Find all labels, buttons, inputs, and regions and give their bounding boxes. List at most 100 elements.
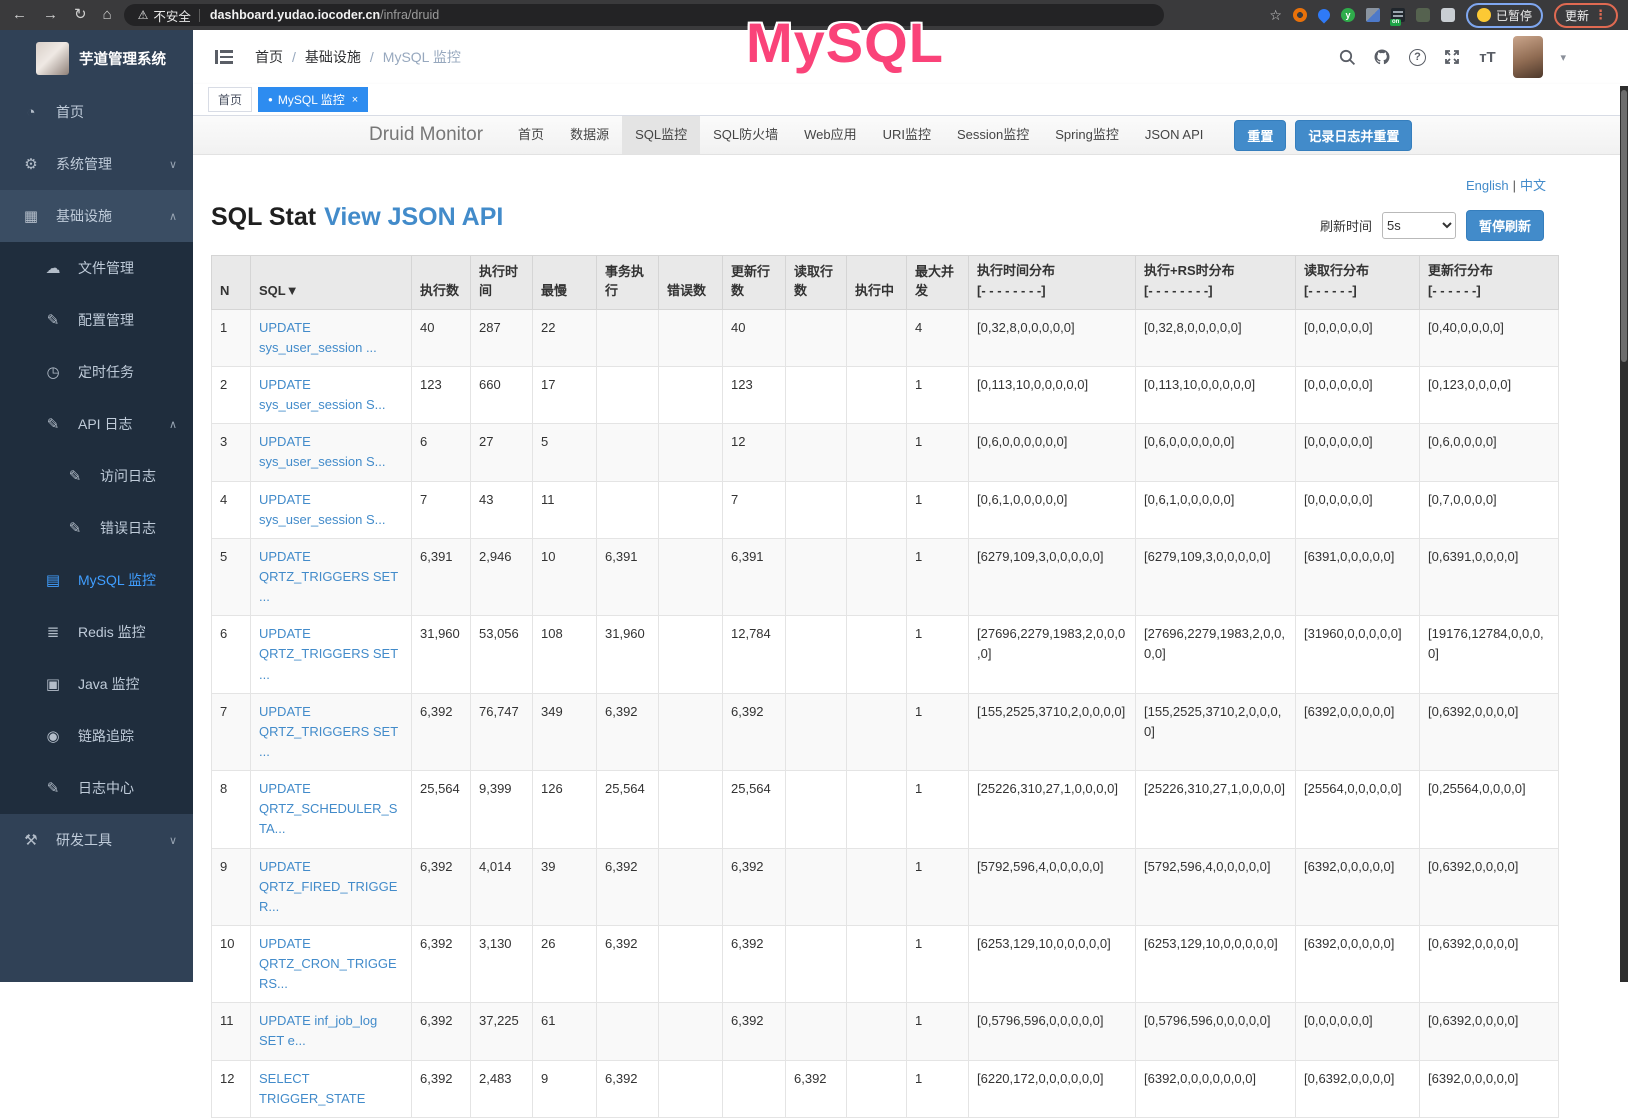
column-header[interactable]: 执行时间分布[- - - - - - - -] bbox=[969, 256, 1136, 310]
chrome-update-chip[interactable]: 更新 ⋮ bbox=[1554, 3, 1618, 28]
sidebar-item-cloud-upload[interactable]: ☁文件管理 bbox=[0, 242, 193, 294]
breadcrumb-home[interactable]: 首页 bbox=[255, 47, 283, 67]
column-header[interactable]: 执行中 bbox=[847, 256, 907, 310]
column-header[interactable]: 错误数 bbox=[659, 256, 723, 310]
extension-icon[interactable]: y bbox=[1341, 8, 1355, 22]
sql-link[interactable]: UPDATE QRTZ_TRIGGERS SET ... bbox=[259, 549, 398, 604]
app-logo[interactable]: 芋道管理系统 bbox=[0, 30, 193, 86]
sidebar-item-mysql-monitor[interactable]: ▤MySQL 监控 bbox=[0, 554, 193, 606]
reset-button[interactable]: 重置 bbox=[1234, 120, 1286, 151]
close-icon[interactable]: × bbox=[352, 94, 358, 106]
log-and-reset-button[interactable]: 记录日志并重置 bbox=[1295, 120, 1412, 151]
sidebar-collapse-icon[interactable] bbox=[215, 50, 233, 64]
table-cell: 5 bbox=[533, 424, 597, 481]
column-header[interactable]: 最大并发 bbox=[907, 256, 969, 310]
sql-link[interactable]: UPDATE sys_user_session S... bbox=[259, 434, 385, 469]
extension-icon[interactable] bbox=[1293, 8, 1307, 22]
column-header[interactable]: 更新行分布[- - - - - -] bbox=[1420, 256, 1559, 310]
breadcrumb-infra[interactable]: 基础设施 bbox=[305, 47, 361, 67]
sql-link[interactable]: UPDATE sys_user_session S... bbox=[259, 377, 385, 412]
sidebar-item-redis[interactable]: ≣Redis 监控 bbox=[0, 606, 193, 658]
lang-english-link[interactable]: English bbox=[1466, 178, 1509, 193]
pause-refresh-button[interactable]: 暂停刷新 bbox=[1466, 210, 1544, 241]
help-icon[interactable]: ? bbox=[1408, 48, 1426, 66]
scrollbar-thumb[interactable] bbox=[1621, 90, 1627, 362]
sidebar-item-timer[interactable]: ◷定时任务 bbox=[0, 346, 193, 398]
druid-nav-item[interactable]: SQL监控 bbox=[622, 116, 700, 154]
table-cell: 39 bbox=[533, 848, 597, 925]
page-scrollbar[interactable] bbox=[1620, 86, 1628, 982]
column-header[interactable]: 执行数 bbox=[412, 256, 471, 310]
font-size-icon[interactable]: тT bbox=[1478, 48, 1496, 66]
sidebar-item-infra[interactable]: ▦基础设施∧ bbox=[0, 190, 193, 242]
druid-nav-item[interactable]: URI监控 bbox=[870, 116, 944, 154]
extensions-puzzle-icon[interactable] bbox=[1441, 8, 1455, 22]
tab-label: 首页 bbox=[218, 91, 242, 108]
druid-nav-item[interactable]: JSON API bbox=[1132, 116, 1217, 154]
user-avatar[interactable] bbox=[1513, 36, 1543, 78]
sidebar-item-dashboard[interactable]: ◔首页 bbox=[0, 86, 193, 138]
druid-nav-item[interactable]: Session监控 bbox=[944, 116, 1042, 154]
sql-link[interactable]: SELECT TRIGGER_STATE bbox=[259, 1071, 365, 1106]
column-header[interactable]: 读取行数 bbox=[786, 256, 847, 310]
github-icon[interactable] bbox=[1373, 48, 1391, 66]
sidebar-item-edit[interactable]: ✎配置管理 bbox=[0, 294, 193, 346]
sidebar-item-trace[interactable]: ◉链路追踪 bbox=[0, 710, 193, 762]
tab-mysql-monitor[interactable]: ● MySQL 监控 × bbox=[258, 87, 368, 112]
extension-icon[interactable] bbox=[1366, 8, 1380, 22]
druid-nav-item[interactable]: Web应用 bbox=[791, 116, 870, 154]
search-icon[interactable] bbox=[1338, 48, 1356, 66]
row-number-cell: 10 bbox=[212, 925, 251, 1002]
pin-extension-icon[interactable] bbox=[1315, 7, 1332, 24]
address-bar[interactable]: ⚠ 不安全 dashboard.yudao.iocoder.cn/infra/d… bbox=[124, 4, 1164, 26]
column-header[interactable]: 读取行分布[- - - - - -] bbox=[1296, 256, 1420, 310]
fullscreen-icon[interactable] bbox=[1443, 48, 1461, 66]
sidebar-item-java-monitor[interactable]: ▣Java 监控 bbox=[0, 658, 193, 710]
reload-icon[interactable]: ↻ bbox=[74, 0, 87, 30]
sidebar-item-log[interactable]: ✎访问日志 bbox=[0, 450, 193, 502]
sidebar-item-log[interactable]: ✎错误日志 bbox=[0, 502, 193, 554]
column-header[interactable]: 更新行数 bbox=[723, 256, 786, 310]
sql-link[interactable]: UPDATE QRTZ_TRIGGERS SET ... bbox=[259, 704, 398, 759]
sql-link[interactable]: UPDATE QRTZ_CRON_TRIGGERS... bbox=[259, 936, 397, 991]
sql-link[interactable]: UPDATE QRTZ_FIRED_TRIGGER... bbox=[259, 859, 397, 914]
browser-menu-icon[interactable]: ⋮ bbox=[1594, 7, 1607, 23]
sidebar-item-log-center[interactable]: ✎日志中心 bbox=[0, 762, 193, 814]
security-label[interactable]: 不安全 bbox=[153, 6, 191, 25]
sidebar-item-log[interactable]: ✎API 日志∧ bbox=[0, 398, 193, 450]
column-header[interactable]: SQL▼ bbox=[251, 256, 412, 310]
sql-link[interactable]: UPDATE QRTZ_TRIGGERS SET ... bbox=[259, 626, 398, 681]
sql-link[interactable]: UPDATE sys_user_session S... bbox=[259, 492, 385, 527]
caret-down-icon[interactable]: ▾ bbox=[1560, 51, 1566, 64]
extension-icon[interactable] bbox=[1416, 8, 1430, 22]
column-header[interactable]: 事务执行 bbox=[597, 256, 659, 310]
profile-paused-chip[interactable]: 已暂停 bbox=[1466, 3, 1543, 28]
refresh-controls: 刷新时间 5s 暂停刷新 bbox=[1320, 210, 1544, 241]
table-cell bbox=[786, 481, 847, 538]
sql-link[interactable]: UPDATE QRTZ_SCHEDULER_STA... bbox=[259, 781, 397, 836]
column-header[interactable]: 最慢 bbox=[533, 256, 597, 310]
column-header[interactable]: 执行时间 bbox=[471, 256, 533, 310]
table-cell: 43 bbox=[471, 481, 533, 538]
sql-link[interactable]: UPDATE inf_job_log SET e... bbox=[259, 1013, 377, 1048]
forward-icon[interactable]: → bbox=[43, 0, 58, 30]
tab-home[interactable]: 首页 bbox=[208, 87, 252, 112]
column-header[interactable]: 执行+RS时分布[- - - - - - - -] bbox=[1136, 256, 1296, 310]
druid-nav-item[interactable]: SQL防火墙 bbox=[700, 116, 791, 154]
druid-nav-item[interactable]: 数据源 bbox=[557, 116, 622, 154]
column-header[interactable]: N bbox=[212, 256, 251, 310]
table-cell bbox=[847, 693, 907, 770]
druid-nav-item[interactable]: 首页 bbox=[505, 116, 557, 154]
druid-nav-item[interactable]: Spring监控 bbox=[1042, 116, 1132, 154]
sql-link[interactable]: UPDATE sys_user_session ... bbox=[259, 320, 377, 355]
view-json-api-link[interactable]: View JSON API bbox=[324, 203, 503, 231]
refresh-interval-select[interactable]: 5s bbox=[1382, 212, 1456, 239]
sidebar-item-gear[interactable]: ⚙系统管理∨ bbox=[0, 138, 193, 190]
table-cell: UPDATE QRTZ_CRON_TRIGGERS... bbox=[251, 925, 412, 1002]
sidebar-item-toolbox[interactable]: ⚒研发工具∨ bbox=[0, 814, 193, 866]
lang-chinese-link[interactable]: 中文 bbox=[1520, 178, 1546, 193]
back-icon[interactable]: ← bbox=[12, 0, 27, 30]
bookmark-star-icon[interactable]: ☆ bbox=[1269, 7, 1282, 24]
extension-icon[interactable]: on bbox=[1391, 8, 1405, 22]
home-icon[interactable]: ⌂ bbox=[103, 0, 112, 30]
